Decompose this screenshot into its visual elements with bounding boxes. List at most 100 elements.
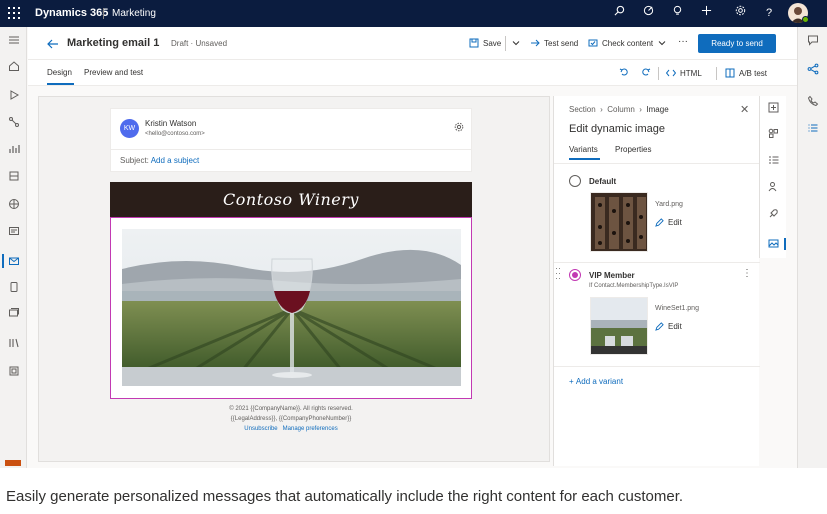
sender-name: Kristin Watson xyxy=(145,119,197,128)
test-send-label: Test send xyxy=(544,38,579,48)
address-text: {{LegalAddress}}, {{CompanyPhoneNumber}} xyxy=(230,416,352,422)
breadcrumb: Section › Column › Image xyxy=(569,105,669,114)
save-status: Draft · Unsaved xyxy=(171,39,228,48)
tab-preview-and-test[interactable]: Preview and test xyxy=(84,68,143,77)
subject-line: Subject: Add a subject xyxy=(120,156,199,165)
assets-icon[interactable] xyxy=(0,361,27,381)
variant-default-radio[interactable] xyxy=(569,175,581,187)
lightbulb-icon[interactable] xyxy=(669,5,685,21)
edit-label: Edit xyxy=(668,322,682,331)
subject-label: Subject: xyxy=(120,156,149,165)
hamburger-icon[interactable] xyxy=(0,30,27,50)
top-bar: Dynamics 365 Marketing ? xyxy=(0,0,827,27)
breadcrumb-image: Image xyxy=(646,105,669,114)
image-icon[interactable] xyxy=(767,237,780,250)
library-icon[interactable] xyxy=(0,333,27,353)
ab-test-label: A/B test xyxy=(739,68,768,78)
save-label: Save xyxy=(483,38,502,48)
close-icon[interactable]: ✕ xyxy=(740,103,749,116)
variant-default-edit-button[interactable]: Edit xyxy=(655,218,682,227)
target-icon[interactable] xyxy=(640,5,656,21)
chevron-right-icon: › xyxy=(597,105,606,114)
brand-name[interactable]: Dynamics 365 xyxy=(35,7,108,19)
add-element-icon[interactable] xyxy=(767,101,780,114)
brand-banner[interactable]: Contoso Winery xyxy=(110,182,472,217)
waffle-icon[interactable] xyxy=(8,7,20,19)
divider xyxy=(554,262,760,263)
divider xyxy=(716,67,717,80)
text-style-icon[interactable] xyxy=(767,154,780,167)
list-icon[interactable] xyxy=(805,120,821,136)
globe-icon[interactable] xyxy=(0,194,27,214)
save-icon xyxy=(469,38,479,48)
gear-icon[interactable] xyxy=(454,119,464,132)
variant-default-thumbnail[interactable] xyxy=(590,192,648,252)
variant-vip-edit-button[interactable]: Edit xyxy=(655,322,682,331)
editor-tab-bar: Design Preview and test HTML A/B test xyxy=(28,60,797,86)
breadcrumb-column[interactable]: Column xyxy=(607,105,635,114)
rocket-icon[interactable] xyxy=(767,207,780,220)
variant-default-label: Default xyxy=(589,177,617,186)
command-bar: Marketing email 1 Draft · Unsaved Save T… xyxy=(28,27,797,60)
variant-vip-filename: WineSet1.png xyxy=(655,305,699,312)
breadcrumb-section[interactable]: Section xyxy=(569,105,596,114)
panel-title: Edit dynamic image xyxy=(569,123,665,135)
content-icon[interactable] xyxy=(0,303,27,323)
phone-icon[interactable] xyxy=(805,93,821,109)
app-name: Marketing xyxy=(112,8,156,19)
tab-variants[interactable]: Variants xyxy=(569,145,598,154)
ab-test-button[interactable]: A/B test xyxy=(725,68,767,78)
app-screenshot: Dynamics 365 Marketing ? Marketing email… xyxy=(0,0,827,468)
ab-test-icon xyxy=(725,68,735,78)
chat-icon[interactable] xyxy=(805,32,821,48)
variant-vip-condition: If Contact.MembershipType.IsVIP xyxy=(589,283,679,289)
dynamic-image-block[interactable] xyxy=(110,217,472,399)
area-switcher[interactable] xyxy=(5,460,21,466)
test-send-button[interactable]: Test send xyxy=(530,38,578,48)
active-tab-indicator xyxy=(569,158,600,160)
share-icon[interactable] xyxy=(805,61,821,77)
drag-handle-icon[interactable] xyxy=(556,268,560,282)
help-icon[interactable]: ? xyxy=(761,5,777,21)
divider xyxy=(111,149,471,150)
personalize-icon[interactable] xyxy=(767,180,780,193)
email-header-card: KW Kristin Watson <hello@contoso.com> Su… xyxy=(110,108,472,172)
ready-to-send-button[interactable]: Ready to send xyxy=(698,34,776,53)
edit-label: Edit xyxy=(668,218,682,227)
add-subject-link[interactable]: Add a subject xyxy=(151,156,199,165)
redo-icon[interactable] xyxy=(641,67,651,77)
variant-more-icon[interactable]: ⋮ xyxy=(742,268,752,279)
email-footer: © 2021 {{CompanyName}}. All rights reser… xyxy=(110,404,472,434)
save-button[interactable]: Save xyxy=(469,38,501,48)
home-icon[interactable] xyxy=(0,56,27,76)
back-arrow-icon[interactable] xyxy=(46,37,60,51)
code-icon xyxy=(666,69,676,77)
forms-icon[interactable] xyxy=(0,221,27,241)
edit-image-panel: Section › Column › Image ✕ Edit dynamic … xyxy=(553,96,760,466)
variant-vip-thumbnail[interactable] xyxy=(590,297,648,355)
sections-icon[interactable] xyxy=(767,127,780,140)
copyright-text: © 2021 {{CompanyName}}. All rights reser… xyxy=(229,406,353,412)
undo-icon[interactable] xyxy=(619,67,629,77)
check-content-button[interactable]: Check content xyxy=(588,38,667,48)
html-button[interactable]: HTML xyxy=(666,68,702,78)
manage-preferences-link[interactable]: Manage preferences xyxy=(283,426,338,432)
plus-icon[interactable] xyxy=(698,5,714,21)
save-options-chevron-icon[interactable] xyxy=(511,38,521,48)
variant-vip-radio[interactable] xyxy=(569,269,581,281)
more-button[interactable]: ··· xyxy=(678,36,688,47)
tab-design[interactable]: Design xyxy=(47,68,72,77)
active-tab-indicator xyxy=(47,83,74,85)
journeys-icon[interactable] xyxy=(0,112,27,132)
analytics-icon[interactable] xyxy=(0,139,27,159)
play-icon[interactable] xyxy=(0,85,27,105)
search-icon[interactable] xyxy=(611,5,627,21)
tab-properties[interactable]: Properties xyxy=(615,145,651,154)
add-variant-button[interactable]: + Add a variant xyxy=(569,377,623,386)
email-title: Marketing email 1 xyxy=(67,37,160,49)
channels-icon[interactable] xyxy=(0,277,27,297)
email-icon[interactable] xyxy=(0,251,27,271)
segments-icon[interactable] xyxy=(0,166,27,186)
gear-icon[interactable] xyxy=(732,5,748,21)
unsubscribe-link[interactable]: Unsubscribe xyxy=(244,426,277,432)
